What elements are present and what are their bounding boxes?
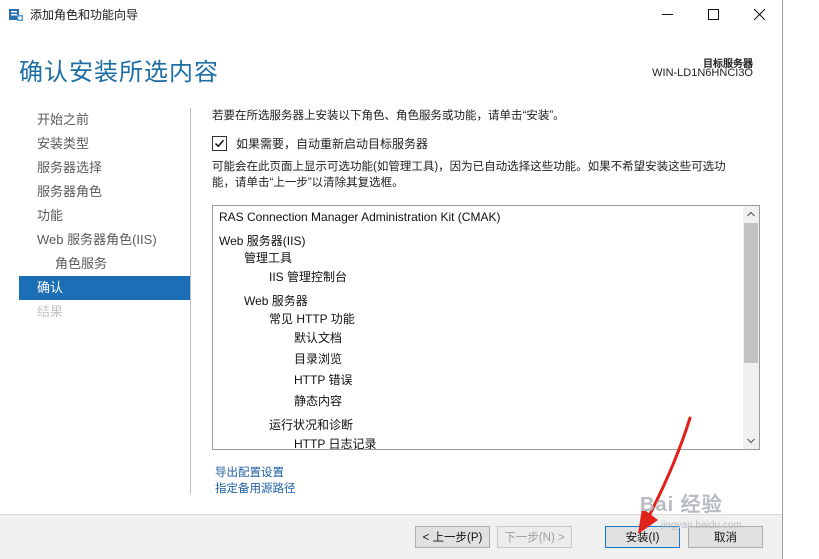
wizard-nav: 开始之前 安装类型 服务器选择 服务器角色 功能 Web 服务器角色(IIS) … — [19, 108, 190, 324]
restart-option: 如果需要，自动重新启动目标服务器 — [212, 135, 428, 152]
window-title: 添加角色和功能向导 — [30, 8, 139, 22]
nav-item-before-you-begin[interactable]: 开始之前 — [19, 108, 190, 132]
note-line-2: 能，请单击“上一步”以清除其复选框。 — [212, 177, 404, 189]
background-margin — [783, 0, 819, 559]
server-manager-icon — [8, 6, 24, 22]
scroll-down-arrow-icon[interactable] — [743, 433, 759, 449]
restart-checkbox[interactable] — [212, 136, 227, 151]
list-item: 默认文档 — [294, 331, 343, 345]
minimize-button[interactable] — [644, 0, 690, 28]
nav-item-confirmation[interactable]: 确认 — [19, 276, 190, 300]
optional-features-note: 可能会在此页面上显示可选功能(如管理工具)，因为已自动选择这些功能。如果不希望安… — [212, 159, 757, 191]
nav-item-installation-type[interactable]: 安装类型 — [19, 132, 190, 156]
next-button[interactable]: 下一步(N) > — [497, 526, 572, 548]
list-item: 常见 HTTP 功能 — [269, 312, 355, 326]
nav-item-features[interactable]: 功能 — [19, 204, 190, 228]
nav-item-results: 结果 — [37, 304, 64, 319]
nav-item-role-services[interactable]: 角色服务 — [19, 252, 190, 276]
destination-server-name: WIN-LD1N6HNCI3O — [652, 67, 753, 79]
close-icon — [753, 8, 765, 20]
scrollbar-thumb[interactable] — [744, 223, 758, 363]
close-button[interactable] — [736, 0, 782, 28]
list-item: 静态内容 — [294, 394, 343, 408]
title-bar: 添加角色和功能向导 — [0, 0, 782, 28]
list-scrollbar[interactable] — [743, 206, 759, 449]
list-item: HTTP 日志记录 — [294, 437, 377, 450]
list-item: 目录浏览 — [294, 352, 343, 366]
scroll-up-arrow-icon[interactable] — [743, 206, 759, 222]
list-item: HTTP 错误 — [294, 373, 353, 387]
export-config-link[interactable]: 导出配置设置 — [215, 464, 284, 480]
list-item: RAS Connection Manager Administration Ki… — [219, 210, 501, 224]
restart-checkbox-label[interactable]: 如果需要，自动重新启动目标服务器 — [236, 135, 428, 152]
list-item: Web 服务器(IIS) — [219, 234, 306, 248]
nav-item-server-roles[interactable]: 服务器角色 — [19, 180, 190, 204]
list-item: 管理工具 — [244, 251, 293, 265]
nav-item-web-server-role[interactable]: Web 服务器角色(IIS) — [19, 228, 190, 252]
page-title: 确认安装所选内容 — [19, 59, 219, 86]
alternate-source-link[interactable]: 指定备用源路径 — [215, 480, 296, 496]
previous-button[interactable]: < 上一步(P) — [415, 526, 490, 548]
maximize-icon — [707, 8, 719, 20]
minimize-icon — [661, 13, 673, 15]
baidu-watermark-url: jingyan.baidu.com — [661, 520, 742, 531]
baidu-watermark: Bai 经验 — [640, 494, 723, 516]
list-item: IIS 管理控制台 — [269, 270, 348, 284]
list-item: 运行状况和诊断 — [269, 418, 354, 432]
nav-divider — [190, 108, 191, 494]
checkmark-icon — [214, 139, 225, 148]
list-item: Web 服务器 — [244, 294, 308, 308]
intro-text: 若要在所选服务器上安装以下角色、角色服务或功能，请单击“安装”。 — [212, 110, 565, 122]
maximize-button[interactable] — [690, 0, 736, 28]
note-line-1: 可能会在此页面上显示可选功能(如管理工具)，因为已自动选择这些功能。如果不希望安… — [212, 161, 726, 173]
nav-item-server-selection[interactable]: 服务器选择 — [19, 156, 190, 180]
